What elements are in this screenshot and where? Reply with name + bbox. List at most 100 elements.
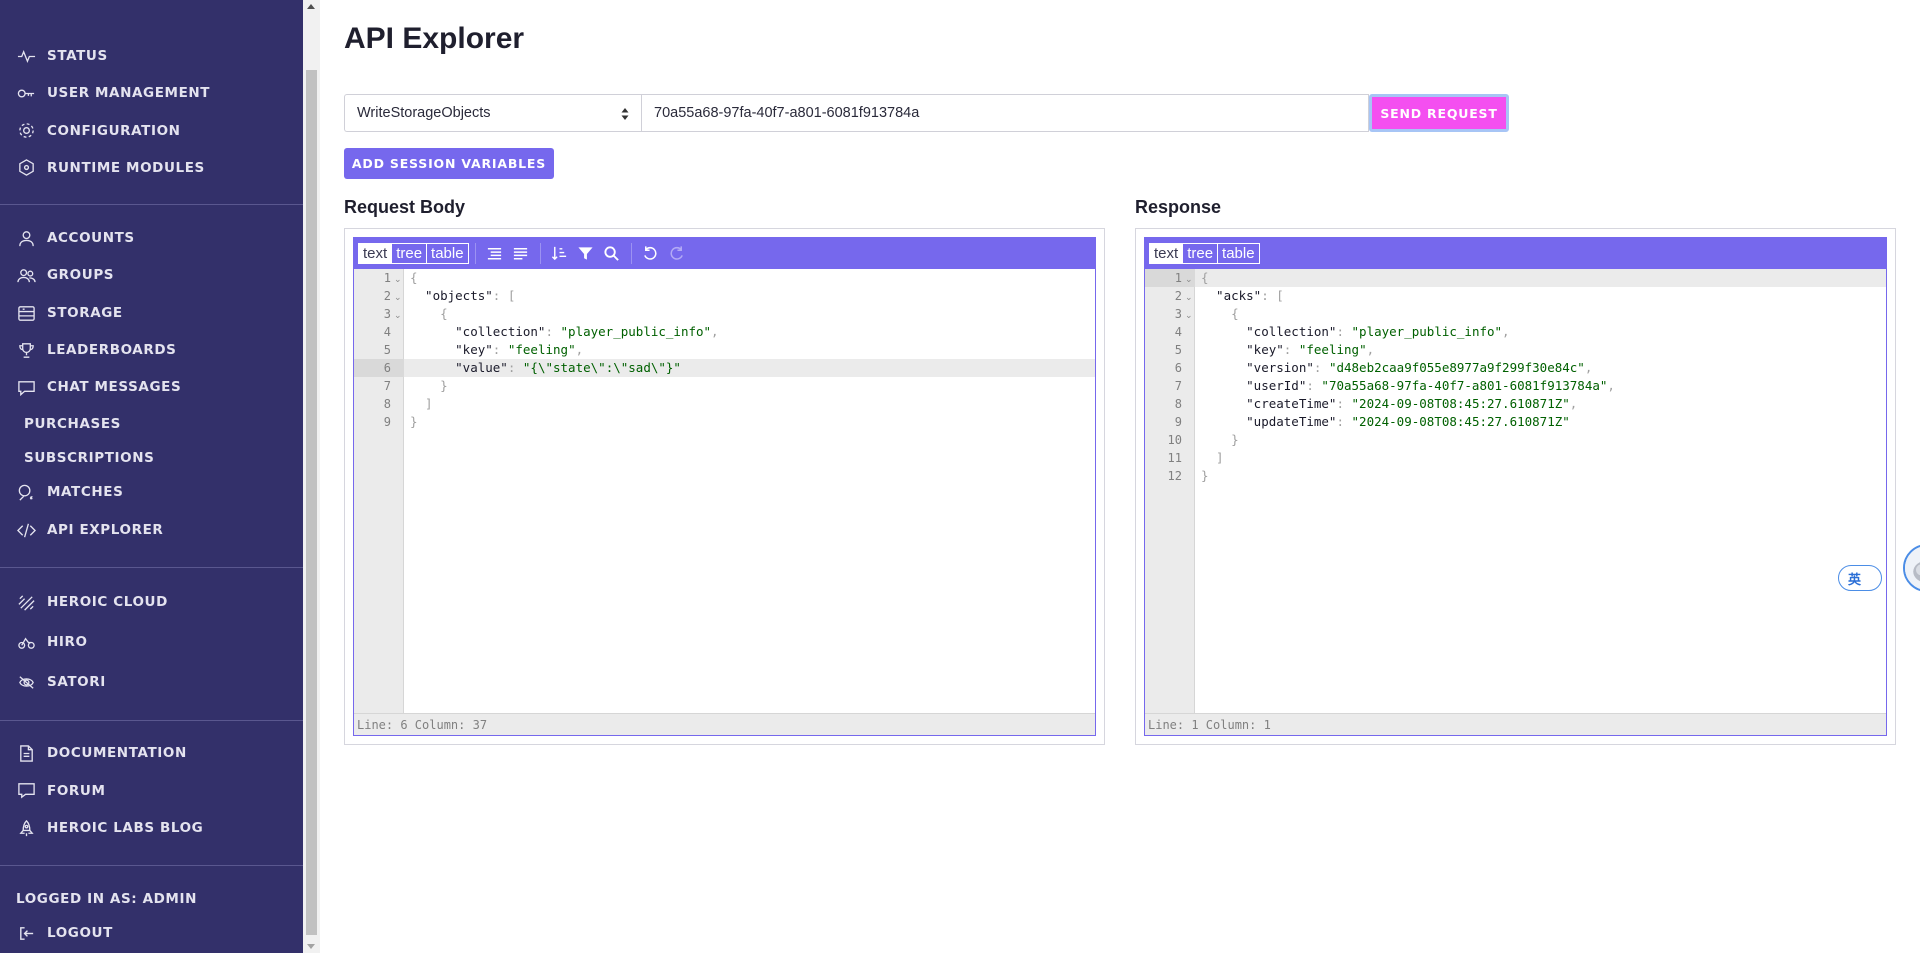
line-number: 6 [1174,361,1182,375]
redo-icon[interactable] [664,242,690,266]
request-body-title: Request Body [344,197,466,217]
sidebar-item-subscriptions[interactable]: SUBSCRIPTIONS [0,442,303,474]
key-icon [17,83,41,103]
sidebar-divider [0,865,303,866]
sidebar-item-chat-messages[interactable]: CHAT MESSAGES [0,371,303,403]
request-code-area[interactable]: { "objects": [ { "collection": "player_p… [404,269,1095,713]
response-mode-text[interactable]: text [1150,244,1184,263]
request-mode-text[interactable]: text [359,244,393,263]
user-id-value: 70a55a68-97fa-40f7-a801-6081f913784a [654,105,920,121]
response-editor[interactable]: text tree table 1 ⌄ 2 ⌄ 3 ⌄ 4 5 6 7 8 9 10 11 12 { "ac… [1144,237,1887,736]
toolbar-separator [630,243,632,264]
select-caret-icon [621,108,629,120]
rocket-icon [17,818,41,838]
code-line: "version": "d48eb2caa9f055e8977a9f299f30… [1201,360,1593,375]
sidebar-item-label: HEROIC CLOUD [47,594,168,610]
response-editor-toolbar: text tree table [1145,238,1886,269]
response-panel: text tree table 1 ⌄ 2 ⌄ 3 ⌄ 4 5 6 7 8 9 10 11 12 { "ac… [1135,228,1896,745]
sidebar-item-configuration[interactable]: CONFIGURATION [0,115,303,147]
format-json-icon[interactable] [482,242,508,266]
line-number: 5 [383,343,391,357]
sidebar-item-documentation[interactable]: DOCUMENTATION [0,737,303,769]
sidebar-item-leaderboards[interactable]: LEADERBOARDS [0,334,303,366]
page-scrollbar[interactable] [303,0,320,953]
code-line: "value": "{\"state\":\"sad\"}" [404,359,1095,377]
sidebar-item-label: DOCUMENTATION [47,745,187,761]
sidebar-item-satori[interactable]: SATORI [0,666,303,698]
line-number: 8 [383,397,391,411]
assistant-avatar-icon[interactable] [1903,544,1920,592]
sidebar-item-label: LEADERBOARDS [47,342,177,358]
sidebar-item-label: STORAGE [47,305,123,321]
sidebar-item-label: SATORI [47,674,106,690]
scroll-down-arrow-icon[interactable] [307,944,315,949]
line-number: 9 [383,415,391,429]
sidebar-item-label: SUBSCRIPTIONS [24,450,155,466]
translate-widget[interactable]: 英 [1838,565,1882,591]
sidebar-item-user-management[interactable]: USER MANAGEMENT [0,77,303,109]
user-id-input[interactable]: 70a55a68-97fa-40f7-a801-6081f913784a [641,94,1369,132]
module-icon [17,158,41,178]
sidebar-item-forum[interactable]: FORUM [0,775,303,807]
sidebar-item-label: API EXPLORER [47,522,164,538]
pulse-icon [17,46,41,66]
send-request-button[interactable]: SEND REQUEST [1369,94,1509,132]
matches-icon [17,482,41,502]
sidebar-item-storage[interactable]: STORAGE [0,297,303,329]
code-line: } [1201,468,1209,483]
code-line: "acks": [ [1201,288,1284,303]
request-editor-toolbar: text tree table [354,238,1095,269]
response-mode-table[interactable]: table [1218,244,1259,263]
request-editor[interactable]: text tree table 1 ⌄ 2 ⌄ 3 ⌄ 4 5 6 7 8 9 … [353,237,1096,736]
sidebar-item-runtime-modules[interactable]: RUNTIME MODULES [0,152,303,184]
undo-icon[interactable] [638,242,664,266]
sidebar-item-api-explorer[interactable]: API EXPLORER [0,514,303,546]
line-number: 5 [1174,343,1182,357]
satori-icon [17,672,41,692]
scroll-up-arrow-icon[interactable] [307,4,315,9]
sidebar-item-matches[interactable]: MATCHES [0,476,303,508]
line-number: 4 [1174,325,1182,339]
sidebar-item-label: USER MANAGEMENT [47,85,211,102]
sidebar-item-groups[interactable]: GROUPS [0,259,303,291]
toolbar-separator [474,243,476,264]
sidebar-item-purchases[interactable]: PURCHASES [0,408,303,440]
sidebar-item-label: PURCHASES [24,416,121,432]
response-code-area[interactable]: { "acks": [ { "collection": "player_publ… [1195,269,1886,713]
response-mode-tree[interactable]: tree [1183,244,1219,263]
line-number: 10 [1167,433,1182,447]
sidebar-divider [0,204,303,205]
code-line: { [410,306,448,321]
sidebar-item-label: STATUS [47,48,108,64]
request-mode-switch: text tree table [358,243,469,264]
filter-icon[interactable] [573,242,599,266]
logout-icon [17,923,41,943]
sidebar-divider [0,720,303,721]
code-line: ] [410,396,433,411]
gear-icon [17,121,41,141]
request-mode-table[interactable]: table [427,244,468,263]
response-status-bar: Line: 1 Column: 1 [1145,713,1886,735]
line-number: 9 [1174,415,1182,429]
response-title: Response [1135,197,1222,217]
code-line: { [410,270,418,285]
sidebar-item-label: MATCHES [47,484,124,500]
sidebar-item-label: HIRO [47,634,88,650]
chat-icon [17,377,41,397]
sidebar-item-label: GROUPS [47,267,115,283]
request-mode-tree[interactable]: tree [392,244,428,263]
compact-json-icon[interactable] [508,242,534,266]
sidebar-item-heroic-cloud[interactable]: HEROIC CLOUD [0,586,303,618]
sidebar-item-heroic-labs-blog[interactable]: HEROIC LABS BLOG [0,812,303,844]
scrollbar-thumb[interactable] [306,70,317,935]
endpoint-select[interactable]: WriteStorageObjects [344,94,641,132]
search-icon[interactable] [599,242,625,266]
sidebar-item-accounts[interactable]: ACCOUNTS [0,222,303,254]
sidebar-item-status[interactable]: STATUS [0,40,303,72]
sort-icon[interactable] [547,242,573,266]
logout-button[interactable]: LOGOUT [0,917,303,949]
sidebar-item-hiro[interactable]: HIRO [0,626,303,658]
add-session-variables-button[interactable]: ADD SESSION VARIABLES [344,148,554,179]
translate-widget-label: 英 [1848,572,1862,588]
code-line: "userId": "70a55a68-97fa-40f7-a801-6081f… [1201,378,1615,393]
